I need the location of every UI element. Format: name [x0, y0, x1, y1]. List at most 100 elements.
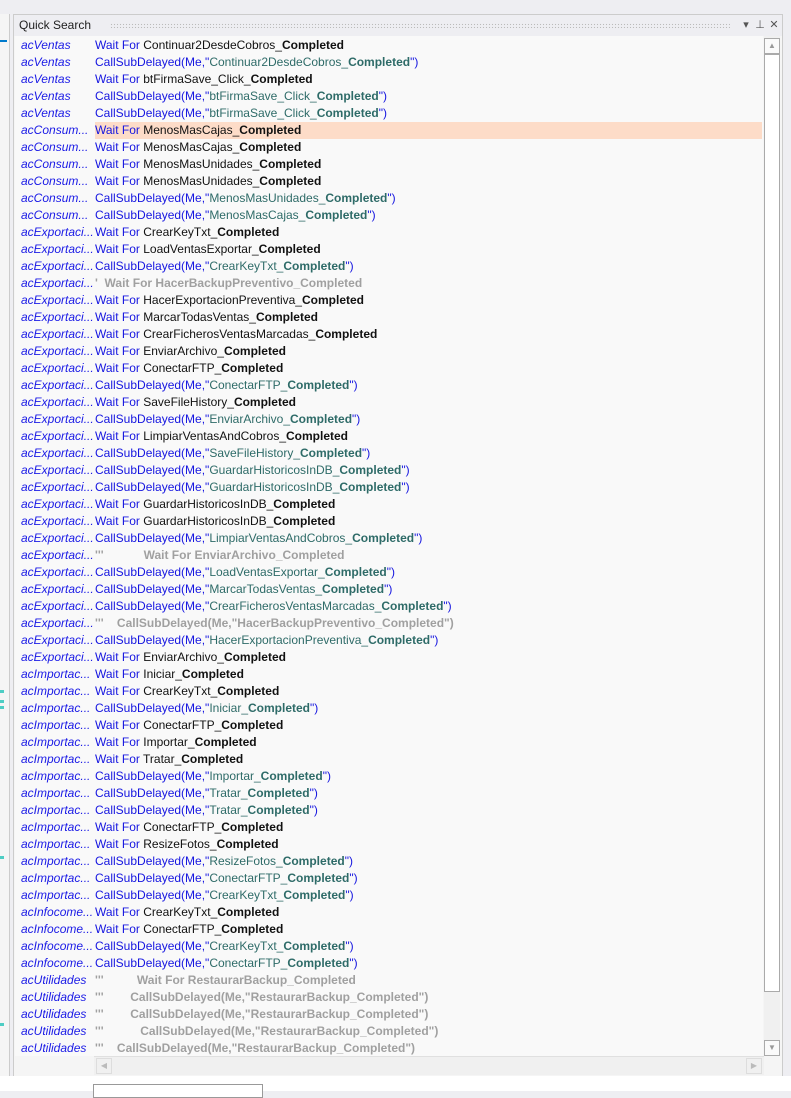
- result-row[interactable]: acUtilidades ''' CallSubDelayed(Me,"Resta…: [15, 1006, 763, 1023]
- result-row[interactable]: acInfocome... Wait For CrearKeyTxt_Comple…: [15, 904, 763, 921]
- result-row[interactable]: acImportac... Wait For Iniciar_Completed: [15, 666, 763, 683]
- module-name: acExportaci...: [21, 276, 93, 290]
- result-row[interactable]: acImportac... CallSubDelayed(Me,"Iniciar_…: [15, 700, 763, 717]
- result-row[interactable]: acInfocome... CallSubDelayed(Me,"Conectar…: [15, 955, 763, 972]
- event-name: SaveFileHistory_: [209, 446, 301, 460]
- event-name: ConectarFTP_: [143, 361, 222, 375]
- result-row[interactable]: acInfocome... Wait For ConectarFTP_Comple…: [15, 921, 763, 938]
- completed-suffix: Completed: [305, 208, 368, 222]
- result-row[interactable]: acImportac... CallSubDelayed(Me,"Importar…: [15, 768, 763, 785]
- result-row[interactable]: acImportac... Wait For ResizeFotos_Comple…: [15, 836, 763, 853]
- result-row[interactable]: acUtilidades ''' Wait For RestaurarBackup…: [15, 972, 763, 989]
- event-name: GuardarHistoricosInDB_: [209, 480, 340, 494]
- drag-grip[interactable]: [110, 23, 730, 28]
- result-row[interactable]: acConsum... Wait For MenosMasCajas_Comple…: [15, 139, 763, 156]
- result-row[interactable]: acVentas Wait For btFirmaSave_Click_Compl…: [15, 71, 763, 88]
- completed-suffix: Completed: [348, 55, 411, 69]
- left-side-panel: [0, 14, 10, 1091]
- result-row[interactable]: acConsum... Wait For MenosMasCajas_Comple…: [15, 122, 763, 139]
- result-row[interactable]: acUtilidades ''' CallSubDelayed(Me,"Resta…: [15, 989, 763, 1006]
- result-row[interactable]: acExportaci... CallSubDelayed(Me,"HacerEx…: [15, 632, 763, 649]
- result-row[interactable]: acExportaci... ''' CallSubDelayed(Me,"Hac…: [15, 615, 763, 632]
- event-name: CrearKeyTxt_: [143, 225, 218, 239]
- result-row[interactable]: acExportaci... Wait For LimpiarVentasAndC…: [15, 428, 763, 445]
- result-row[interactable]: acUtilidades ''' CallSubDelayed(Me,"Resta…: [15, 1040, 763, 1056]
- scroll-right-button[interactable]: ▶: [746, 1058, 762, 1074]
- result-row[interactable]: acVentas Wait For Continuar2DesdeCobros_C…: [15, 37, 763, 54]
- completed-suffix: Completed: [316, 89, 379, 103]
- result-row[interactable]: acExportaci... CallSubDelayed(Me,"CrearFi…: [15, 598, 763, 615]
- scroll-left-button[interactable]: ◀: [96, 1058, 112, 1074]
- horizontal-scrollbar[interactable]: ◀ ▶: [94, 1056, 764, 1075]
- call-close: "): [349, 871, 358, 885]
- module-name: acImportac...: [21, 752, 91, 766]
- result-row[interactable]: acExportaci... Wait For CrearFicherosVent…: [15, 326, 763, 343]
- result-row[interactable]: acImportac... CallSubDelayed(Me,"Conectar…: [15, 870, 763, 887]
- result-row[interactable]: acExportaci... Wait For SaveFileHistory_C…: [15, 394, 763, 411]
- chevron-down-icon[interactable]: ▾: [740, 18, 752, 32]
- search-input[interactable]: [93, 1084, 263, 1098]
- completed-suffix: Completed: [283, 939, 346, 953]
- result-row[interactable]: acExportaci... CallSubDelayed(Me,"CrearKe…: [15, 258, 763, 275]
- wait-for-keyword: Wait For: [95, 650, 144, 664]
- result-row[interactable]: acConsum... Wait For MenosMasUnidades_Com…: [15, 173, 763, 190]
- result-row[interactable]: acInfocome... CallSubDelayed(Me,"CrearKey…: [15, 938, 763, 955]
- result-row[interactable]: acExportaci... Wait For EnviarArchivo_Com…: [15, 343, 763, 360]
- result-row[interactable]: acExportaci... CallSubDelayed(Me,"LoadVen…: [15, 564, 763, 581]
- code-line: ''' CallSubDelayed(Me,"RestaurarBackup_C…: [95, 1006, 428, 1023]
- code-line: Wait For Iniciar_Completed: [95, 666, 244, 683]
- call-close: "): [349, 956, 358, 970]
- code-line: ' Wait For HacerBackupPreventivo_Complet…: [95, 275, 362, 292]
- result-row[interactable]: acExportaci... CallSubDelayed(Me,"Guardar…: [15, 479, 763, 496]
- result-row[interactable]: acImportac... CallSubDelayed(Me,"Tratar_C…: [15, 802, 763, 819]
- code-line: Wait For EnviarArchivo_Completed: [95, 649, 286, 666]
- result-row[interactable]: acExportaci... CallSubDelayed(Me,"Limpiar…: [15, 530, 763, 547]
- code-line: Wait For Importar_Completed: [95, 734, 257, 751]
- result-row[interactable]: acImportac... CallSubDelayed(Me,"CrearKey…: [15, 887, 763, 904]
- result-row[interactable]: acVentas CallSubDelayed(Me,"btFirmaSave_C…: [15, 105, 763, 122]
- pin-icon[interactable]: ⊥: [754, 18, 766, 32]
- result-row[interactable]: acExportaci... CallSubDelayed(Me,"Conecta…: [15, 377, 763, 394]
- result-row[interactable]: acExportaci... CallSubDelayed(Me,"SaveFil…: [15, 445, 763, 462]
- result-row[interactable]: acVentas CallSubDelayed(Me,"Continuar2Des…: [15, 54, 763, 71]
- wait-for-keyword: Wait For: [95, 922, 144, 936]
- scroll-down-button[interactable]: ▼: [764, 1040, 780, 1056]
- result-row[interactable]: acExportaci... CallSubDelayed(Me,"MarcarT…: [15, 581, 763, 598]
- result-row[interactable]: acConsum... Wait For MenosMasUnidades_Com…: [15, 156, 763, 173]
- result-row[interactable]: acConsum... CallSubDelayed(Me,"MenosMasUn…: [15, 190, 763, 207]
- close-icon[interactable]: ✕: [768, 18, 780, 32]
- result-row[interactable]: acImportac... Wait For CrearKeyTxt_Comple…: [15, 683, 763, 700]
- result-row[interactable]: acImportac... CallSubDelayed(Me,"Tratar_C…: [15, 785, 763, 802]
- callsubdelayed-keyword: CallSubDelayed(Me,": [95, 259, 210, 273]
- result-row[interactable]: acVentas CallSubDelayed(Me,"btFirmaSave_C…: [15, 88, 763, 105]
- result-row[interactable]: acExportaci... Wait For ConectarFTP_Compl…: [15, 360, 763, 377]
- result-row[interactable]: acImportac... Wait For Tratar_Completed: [15, 751, 763, 768]
- event-name: GuardarHistoricosInDB_: [143, 514, 274, 528]
- result-row[interactable]: acExportaci... Wait For EnviarArchivo_Com…: [15, 649, 763, 666]
- result-row[interactable]: acImportac... Wait For ConectarFTP_Comple…: [15, 717, 763, 734]
- result-row[interactable]: acExportaci... ' Wait For HacerBackupPrev…: [15, 275, 763, 292]
- result-row[interactable]: acExportaci... Wait For CrearKeyTxt_Compl…: [15, 224, 763, 241]
- result-row[interactable]: acImportac... Wait For Importar_Completed: [15, 734, 763, 751]
- wait-for-keyword: Wait For: [95, 225, 144, 239]
- result-row[interactable]: acConsum... CallSubDelayed(Me,"MenosMasCa…: [15, 207, 763, 224]
- scroll-up-button[interactable]: ▲: [764, 38, 780, 54]
- result-row[interactable]: acImportac... CallSubDelayed(Me,"ResizeFo…: [15, 853, 763, 870]
- module-name: acImportac...: [21, 803, 91, 817]
- results-list[interactable]: acVentas Wait For Continuar2DesdeCobros_C…: [15, 36, 763, 1056]
- module-name: acInfocome...: [21, 939, 93, 953]
- result-row[interactable]: acExportaci... Wait For HacerExportacionP…: [15, 292, 763, 309]
- result-row[interactable]: acExportaci... CallSubDelayed(Me,"Guardar…: [15, 462, 763, 479]
- scroll-thumb[interactable]: [764, 54, 780, 992]
- result-row[interactable]: acExportaci... Wait For LoadVentasExporta…: [15, 241, 763, 258]
- event-name: SaveFileHistory_: [143, 395, 234, 409]
- result-row[interactable]: acExportaci... Wait For GuardarHistoricos…: [15, 496, 763, 513]
- result-row[interactable]: acExportaci... ''' Wait For EnviarArchivo…: [15, 547, 763, 564]
- vertical-scrollbar[interactable]: ▲ ▼: [764, 36, 780, 1056]
- event-name: ConectarFTP_: [209, 871, 288, 885]
- result-row[interactable]: acImportac... Wait For ConectarFTP_Comple…: [15, 819, 763, 836]
- result-row[interactable]: acExportaci... Wait For GuardarHistoricos…: [15, 513, 763, 530]
- result-row[interactable]: acUtilidades ''' CallSubDelayed(Me,"Resta…: [15, 1023, 763, 1040]
- result-row[interactable]: acExportaci... Wait For MarcarTodasVentas…: [15, 309, 763, 326]
- result-row[interactable]: acExportaci... CallSubDelayed(Me,"EnviarA…: [15, 411, 763, 428]
